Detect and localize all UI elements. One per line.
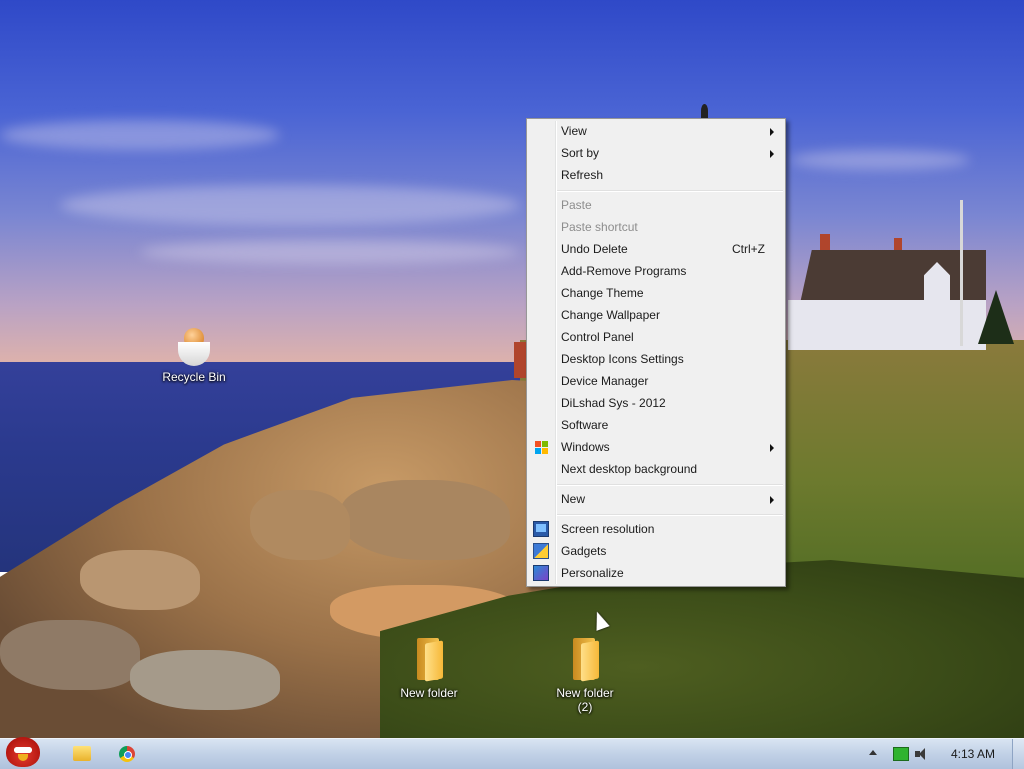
menu-item-change-theme[interactable]: Change Theme bbox=[529, 282, 783, 304]
volume-icon[interactable] bbox=[915, 747, 931, 761]
menu-item-label: Refresh bbox=[561, 168, 604, 182]
menu-item-label: Control Panel bbox=[561, 330, 634, 344]
menu-item-label: Change Theme bbox=[561, 286, 644, 300]
desktop-icon-recycle-bin[interactable]: Recycle Bin bbox=[148, 328, 240, 384]
wallpaper-lighthouse bbox=[514, 342, 526, 378]
wallpaper-house bbox=[788, 234, 986, 350]
taskbar-app-chrome[interactable] bbox=[115, 743, 139, 765]
menu-item-label: Windows bbox=[561, 440, 610, 454]
menu-item-device-manager[interactable]: Device Manager bbox=[529, 370, 783, 392]
desktop-icon-label: New folder bbox=[400, 686, 458, 700]
menu-item-label: Gadgets bbox=[561, 544, 607, 558]
menu-item-label: Sort by bbox=[561, 146, 600, 160]
menu-item-label: Software bbox=[561, 418, 609, 432]
menu-item-label: Personalize bbox=[561, 566, 624, 580]
menu-item-desktop-icons-settings[interactable]: Desktop Icons Settings bbox=[529, 348, 783, 370]
menu-item-paste[interactable]: Paste bbox=[529, 194, 783, 216]
wallpaper-cloud bbox=[790, 150, 970, 170]
wallpaper-cloud bbox=[140, 240, 520, 264]
menu-item-dilshad-sys[interactable]: DiLshad Sys - 2012 bbox=[529, 392, 783, 414]
submenu-arrow-icon bbox=[770, 150, 774, 158]
wallpaper-cloud bbox=[60, 185, 520, 225]
menu-item-add-remove-programs[interactable]: Add-Remove Programs bbox=[529, 260, 783, 282]
desktop-icon-new-folder[interactable]: New folder bbox=[383, 638, 475, 700]
wallpaper-rock bbox=[250, 490, 350, 560]
menu-separator bbox=[557, 484, 783, 486]
menu-item-gadgets[interactable]: Gadgets bbox=[529, 540, 783, 562]
recycle-bin-cup bbox=[178, 342, 210, 366]
desktop-icon-label: Recycle Bin bbox=[162, 370, 226, 384]
menu-item-shortcut: Ctrl+Z bbox=[732, 242, 765, 256]
menu-item-label: View bbox=[561, 124, 587, 138]
menu-item-label: DiLshad Sys - 2012 bbox=[561, 396, 666, 410]
menu-item-label: Screen resolution bbox=[561, 522, 655, 536]
taskbar: 4:13 AM bbox=[0, 737, 1024, 769]
show-desktop-button[interactable] bbox=[1012, 739, 1024, 769]
desktop-icon-label: New folder (2) bbox=[556, 686, 614, 714]
menu-item-label: Paste bbox=[561, 198, 592, 212]
menu-item-label: Undo Delete bbox=[561, 242, 628, 256]
menu-separator bbox=[557, 190, 783, 192]
taskbar-app-explorer[interactable] bbox=[70, 743, 94, 765]
menu-item-windows[interactable]: Windows bbox=[529, 436, 783, 458]
wallpaper-rock bbox=[340, 480, 510, 560]
submenu-arrow-icon bbox=[770, 444, 774, 452]
menu-item-label: Device Manager bbox=[561, 374, 649, 388]
menu-item-next-desktop-background[interactable]: Next desktop background bbox=[529, 458, 783, 480]
folder-front bbox=[425, 640, 443, 682]
menu-item-new[interactable]: New bbox=[529, 488, 783, 510]
wallpaper-cloud bbox=[0, 120, 280, 150]
menu-item-label: Add-Remove Programs bbox=[561, 264, 687, 278]
menu-item-change-wallpaper[interactable]: Change Wallpaper bbox=[529, 304, 783, 326]
monitor-icon bbox=[533, 521, 549, 537]
menu-item-paste-shortcut[interactable]: Paste shortcut bbox=[529, 216, 783, 238]
menu-item-screen-resolution[interactable]: Screen resolution bbox=[529, 518, 783, 540]
gadgets-icon bbox=[533, 543, 549, 559]
menu-item-label: Next desktop background bbox=[561, 462, 698, 476]
wallpaper-rock bbox=[80, 550, 200, 610]
house-roof bbox=[799, 250, 986, 304]
show-hidden-icons-chevron-icon[interactable] bbox=[869, 750, 877, 755]
desktop-icon-new-folder-2[interactable]: New folder (2) bbox=[539, 638, 631, 714]
menu-item-label: New bbox=[561, 492, 586, 506]
folder-icon bbox=[569, 638, 601, 682]
menu-item-label: Paste shortcut bbox=[561, 220, 638, 234]
angry-bird-start-icon bbox=[6, 737, 40, 767]
submenu-arrow-icon bbox=[770, 128, 774, 136]
menu-item-view[interactable]: View bbox=[529, 120, 783, 142]
folder-icon bbox=[413, 638, 445, 682]
folder-front bbox=[581, 640, 599, 682]
menu-separator bbox=[557, 514, 783, 516]
tray-clock[interactable]: 4:13 AM bbox=[940, 739, 1006, 769]
start-button[interactable] bbox=[4, 733, 44, 769]
recycle-bin-icon bbox=[178, 328, 210, 366]
personalize-icon bbox=[533, 565, 549, 581]
wallpaper-flagpole bbox=[960, 200, 963, 346]
menu-item-label: Desktop Icons Settings bbox=[561, 352, 684, 366]
house-wall bbox=[788, 300, 986, 350]
menu-item-undo-delete[interactable]: Undo Delete Ctrl+Z bbox=[529, 238, 783, 260]
wallpaper-rock bbox=[0, 620, 140, 690]
windows-explorer-icon bbox=[73, 746, 91, 761]
menu-item-refresh[interactable]: Refresh bbox=[529, 164, 783, 186]
chrome-icon bbox=[119, 746, 135, 762]
wallpaper-rock bbox=[130, 650, 280, 710]
network-icon[interactable] bbox=[893, 747, 909, 761]
wallpaper-antenna bbox=[701, 104, 708, 118]
menu-item-software[interactable]: Software bbox=[529, 414, 783, 436]
submenu-arrow-icon bbox=[770, 496, 774, 504]
desktop-context-menu: View Sort by Refresh Paste Paste shortcu… bbox=[526, 118, 786, 587]
menu-item-sort-by[interactable]: Sort by bbox=[529, 142, 783, 164]
menu-item-control-panel[interactable]: Control Panel bbox=[529, 326, 783, 348]
windows-flag-icon bbox=[533, 439, 549, 455]
menu-item-personalize[interactable]: Personalize bbox=[529, 562, 783, 584]
menu-item-label: Change Wallpaper bbox=[561, 308, 660, 322]
